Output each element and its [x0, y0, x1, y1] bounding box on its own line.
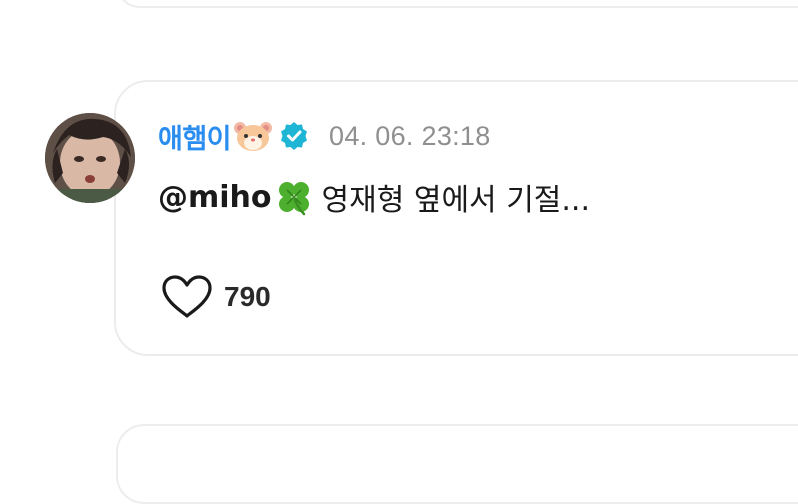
heart-outline-icon[interactable]: [160, 274, 214, 320]
hamster-face-icon: [234, 122, 273, 151]
like-row: 790: [160, 274, 271, 320]
timestamp: 04. 06. 23:18: [329, 120, 491, 151]
previous-comment-card: [116, 0, 798, 8]
like-count: 790: [224, 281, 271, 312]
verified-check-icon: [281, 122, 308, 150]
comment-text: 영재형 옆에서 기절...: [321, 183, 590, 218]
mention-link[interactable]: @miho: [158, 180, 272, 215]
next-comment-card: [116, 424, 798, 504]
comment-body: @miho 영재형 옆에서 기절...: [158, 175, 590, 219]
comment-header: 애햄이 04. 06. 23:18: [158, 117, 491, 156]
username[interactable]: 애햄이: [158, 117, 232, 156]
avatar[interactable]: [45, 113, 135, 203]
four-leaf-clover-icon: [278, 182, 309, 216]
